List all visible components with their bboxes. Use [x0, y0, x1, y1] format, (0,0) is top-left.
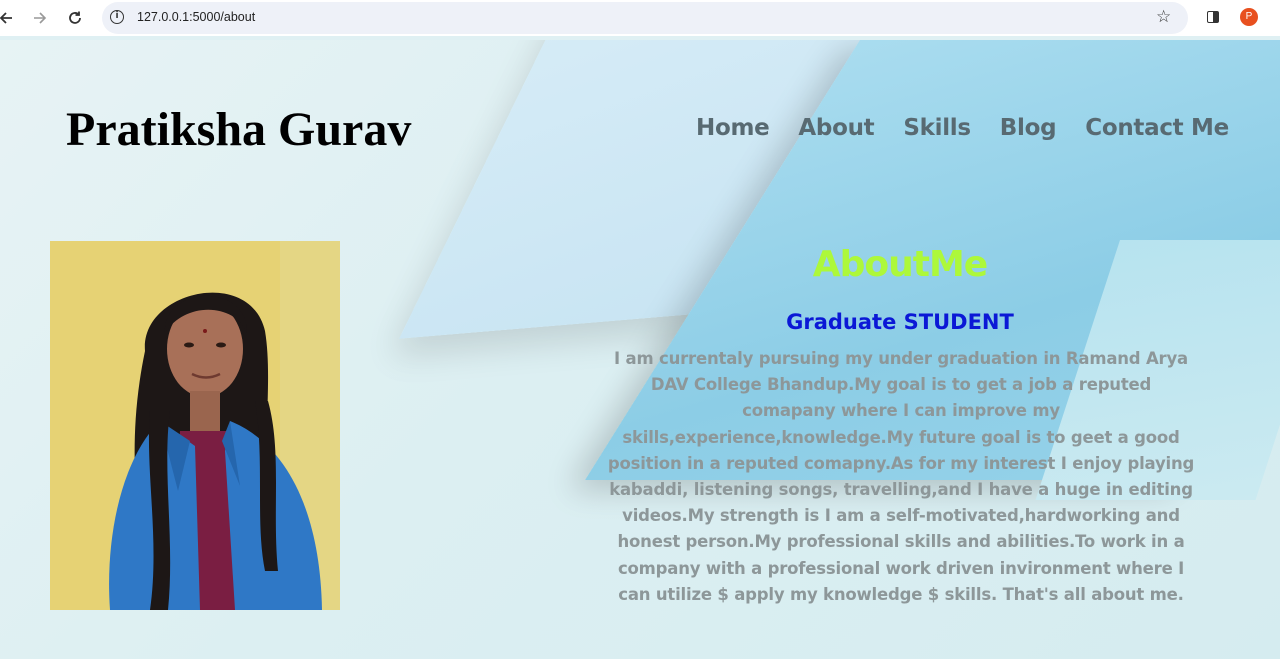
arrow-right-icon[interactable]	[28, 6, 52, 30]
address-bar[interactable]: i 127.0.0.1:5000/about	[102, 2, 1188, 34]
nav-contact[interactable]: Contact Me	[1085, 115, 1229, 141]
profile-photo	[50, 241, 340, 610]
nav-skills[interactable]: Skills	[903, 115, 971, 141]
site-name: Pratiksha Gurav	[66, 103, 412, 156]
profile-avatar[interactable]: P	[1240, 8, 1258, 26]
reload-icon[interactable]	[63, 6, 87, 30]
about-title: AboutMe	[812, 244, 988, 285]
nav-home[interactable]: Home	[696, 115, 770, 141]
about-paragraph: I am currentaly pursuing my under gradua…	[607, 349, 1195, 604]
nav-about[interactable]: About	[798, 115, 874, 141]
star-icon[interactable]: ☆	[1156, 7, 1171, 27]
side-panel-icon[interactable]	[1207, 11, 1219, 23]
browser-toolbar: i 127.0.0.1:5000/about ☆ P	[0, 0, 1280, 36]
url-text[interactable]: 127.0.0.1:5000/about	[137, 10, 255, 24]
about-subtitle: Graduate STUDENT	[786, 310, 1014, 334]
page-body: Pratiksha Gurav Home About Skills Blog C…	[0, 40, 1280, 659]
arrow-left-icon[interactable]	[0, 6, 18, 30]
info-icon[interactable]: i	[110, 10, 124, 24]
main-nav: Home About Skills Blog Contact Me	[696, 115, 1229, 141]
nav-blog[interactable]: Blog	[1000, 115, 1057, 141]
